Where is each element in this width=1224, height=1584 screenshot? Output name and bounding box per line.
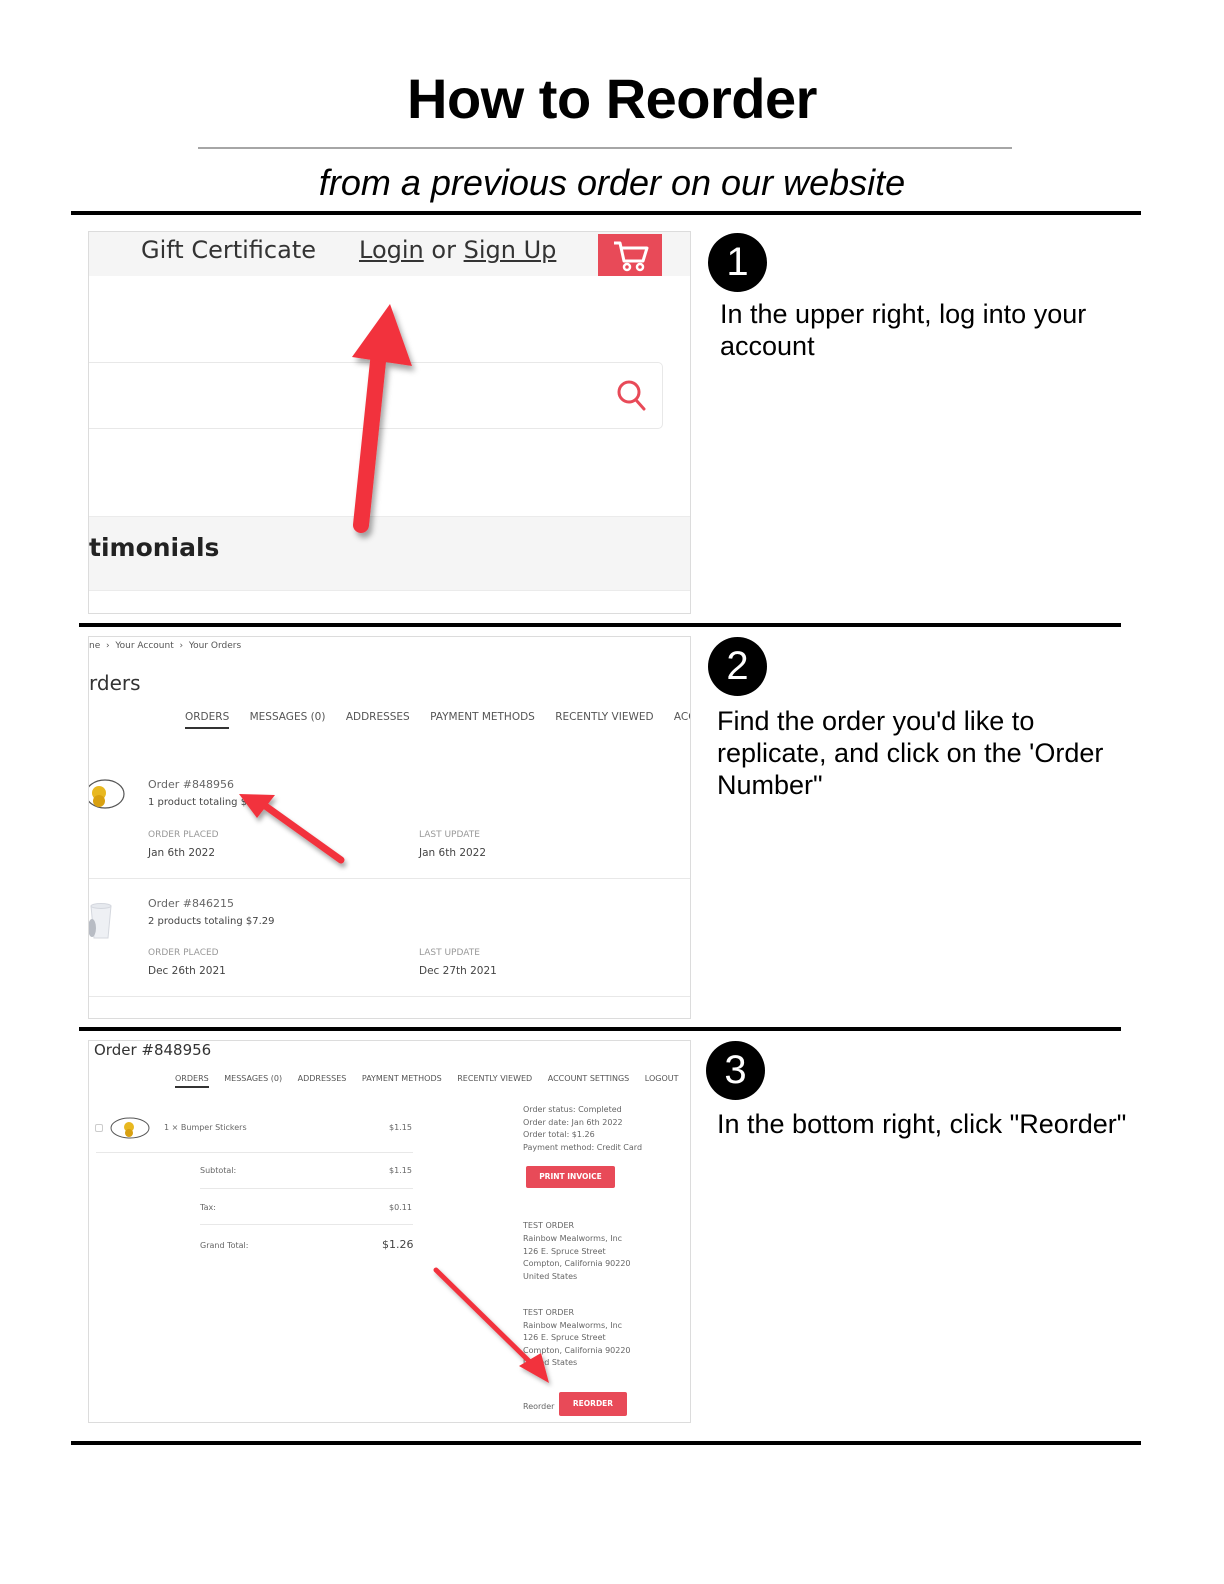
tab-payment-methods[interactable]: PAYMENT METHODS [362,1074,442,1086]
account-tabs: ORDERS MESSAGES (0) ADDRESSES PAYMENT ME… [185,711,690,729]
breadcrumb-separator: › [179,641,184,651]
divider [200,1188,413,1189]
grand-total-value: $1.26 [382,1238,414,1251]
line-item-price: $1.15 [389,1123,412,1132]
address-line: TEST ORDER [523,1308,575,1317]
sign-up-link[interactable]: Sign Up [464,236,557,264]
address-line: TEST ORDER [523,1221,575,1230]
title-divider [198,147,1012,149]
order-divider [89,996,690,997]
breadcrumb-home[interactable]: ne [89,641,100,651]
tab-orders[interactable]: ORDERS [185,711,230,729]
subtotal-value: $1.15 [389,1166,412,1175]
tab-addresses[interactable]: ADDRESSES [346,711,410,727]
account-tabs: ORDERS MESSAGES (0) ADDRESSES PAYMENT ME… [175,1074,690,1088]
tab-logout[interactable]: LOGOUT [645,1074,679,1086]
product-thumbnail-cup [89,903,112,939]
tab-account-settings[interactable]: ACCOUNT SETTINGS [548,1074,629,1086]
order-number-link[interactable]: Order #846215 [148,897,234,910]
order-summary: 1 product totaling $ [148,797,248,808]
subtotal-label: Subtotal: [200,1166,237,1175]
section-divider [79,1027,1121,1031]
address-line: Rainbow Mealworms, Inc [523,1234,623,1243]
order-status: Order status: Completed [523,1105,622,1114]
page-title: How to Reorder [407,67,817,130]
section-divider [71,1441,1141,1445]
page-subtitle: from a previous order on our website [318,162,906,203]
order-detail-heading: Order #848956 [94,1041,212,1059]
step-2-screenshot: ne › Your Account › Your Orders rders OR… [88,636,691,1019]
breadcrumb: ne › Your Account › Your Orders [89,641,241,651]
tab-account-settings[interactable]: ACC [674,711,690,727]
order-placed-date: Dec 26th 2021 [148,965,226,977]
section-divider [71,211,1141,215]
testimonials-heading[interactable]: timonials [89,533,219,562]
address-line: Compton, California 90220 [523,1346,631,1355]
divider [200,1224,413,1225]
site-top-bar: Gift Certificate Login or Sign Up [89,232,690,276]
address-line: 126 E. Spruce Street [523,1247,606,1256]
testimonials-band: timonials [89,516,690,591]
divider [96,1152,413,1153]
item-checkbox[interactable] [95,1124,103,1132]
tab-messages[interactable]: MESSAGES (0) [250,711,326,727]
line-item-description: 1 × Bumper Stickers [164,1123,247,1132]
step-3-badge: 3 [706,1041,765,1100]
section-divider [79,623,1121,627]
orders-heading: rders [89,671,141,695]
last-update-date: Jan 6th 2022 [419,847,487,859]
tax-value: $0.11 [389,1203,412,1212]
tab-recently-viewed[interactable]: RECENTLY VIEWED [457,1074,532,1086]
step-1-text: In the upper right, log into your accoun… [720,299,1087,361]
step-3-screenshot: Order #848956 ORDERS MESSAGES (0) ADDRES… [88,1040,691,1423]
order-placed-label: ORDER PLACED [148,948,219,958]
breadcrumb-separator: › [105,641,110,651]
address-line: United States [523,1272,578,1281]
payment-method: Payment method: Credit Card [523,1143,643,1152]
reorder-button[interactable]: REORDER [559,1392,627,1416]
reorder-label: Reorder [523,1402,555,1411]
arrow-diagonal-icon [433,1267,549,1383]
print-invoice-button[interactable]: PRINT INVOICE [526,1166,615,1188]
product-thumbnail-sticker [89,779,125,809]
tab-payment-methods[interactable]: PAYMENT METHODS [430,711,535,727]
tax-label: Tax: [200,1203,216,1212]
order-placed-label: ORDER PLACED [148,830,219,840]
cart-button[interactable] [598,234,662,276]
step-2-badge: 2 [708,637,767,696]
breadcrumb-your-orders: Your Orders [188,641,242,651]
tab-recently-viewed[interactable]: RECENTLY VIEWED [555,711,653,727]
breadcrumb-your-account[interactable]: Your Account [115,641,173,651]
search-icon[interactable] [616,379,648,413]
order-divider [89,878,690,879]
address-line: 126 E. Spruce Street [523,1333,606,1342]
order-number-link[interactable]: Order #848956 [148,778,234,791]
address-line: United States [523,1358,578,1367]
step-2-text: Find the order you'd like to replicate, … [717,706,1104,800]
step-1-screenshot: Gift Certificate Login or Sign Up timoni… [88,231,691,614]
last-update-label: LAST UPDATE [419,830,480,840]
address-line: Compton, California 90220 [523,1259,631,1268]
step-3-text: In the bottom right, click "Reorder" [717,1109,1127,1139]
product-thumbnail-sticker [110,1117,150,1139]
step-1-badge: 1 [708,233,767,292]
login-link[interactable]: Login [359,236,424,264]
tab-addresses[interactable]: ADDRESSES [298,1074,347,1086]
arrow-diagonal-icon [239,794,345,864]
order-summary: 2 products totaling $7.29 [148,916,275,927]
tab-orders[interactable]: ORDERS [175,1074,209,1088]
shopping-cart-icon [614,241,649,272]
or-text: or [431,236,456,264]
last-update-date: Dec 27th 2021 [419,965,497,977]
address-line: Rainbow Mealworms, Inc [523,1321,623,1330]
last-update-label: LAST UPDATE [419,948,480,958]
grand-total-label: Grand Total: [200,1241,249,1250]
search-input[interactable] [89,362,663,429]
login-signup: Login or Sign Up [359,236,556,264]
order-date: Order date: Jan 6th 2022 [523,1118,623,1127]
order-total: Order total: $1.26 [523,1130,595,1139]
tab-messages[interactable]: MESSAGES (0) [224,1074,282,1086]
gift-certificate-link[interactable]: Gift Certificate [141,236,316,264]
order-placed-date: Jan 6th 2022 [148,847,216,859]
